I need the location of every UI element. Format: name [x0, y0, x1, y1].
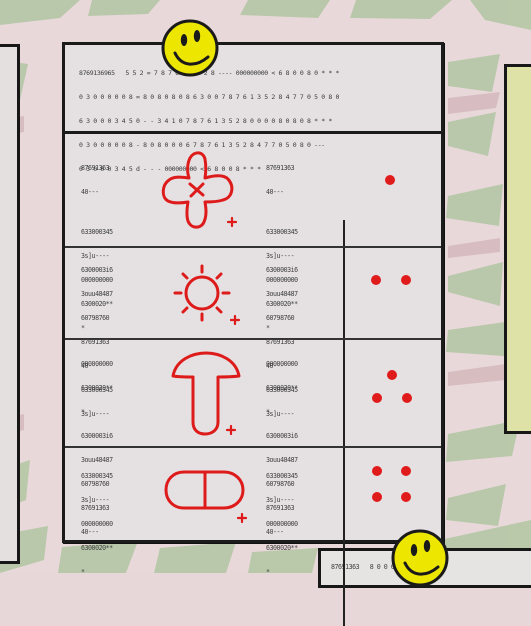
red-dot — [372, 393, 382, 403]
code-line: 6300003i6 — [81, 432, 113, 440]
code-line: 3s]u---- — [266, 496, 295, 504]
red-dot — [401, 275, 411, 285]
dot-count — [348, 340, 434, 448]
code-line: * — [81, 408, 85, 416]
rune-table: 87691363 40--- 633000345 3s]u---- 000000… — [65, 131, 441, 626]
capsule-rune-icon — [163, 462, 253, 528]
code-line: 60798760 — [81, 314, 110, 322]
left-code-block: 633000345 3s]u---- 000000000 6300020** * — [81, 456, 157, 592]
header-line-2: 0 3 0 0 0 0 0 8 = 8 0 8 0 8 0 8 6 3 0 0 … — [79, 93, 340, 101]
code-line: 87691363 — [266, 164, 295, 172]
code-line: 000000000 — [266, 360, 298, 368]
code-line: 6300020** — [266, 384, 298, 392]
code-line: 3ouu48487 — [266, 290, 298, 298]
dot-count — [348, 134, 434, 248]
code-line: 40--- — [81, 188, 99, 196]
code-line: 60798760 — [266, 314, 295, 322]
red-dot — [401, 466, 411, 476]
code-line: 000000000 — [81, 360, 113, 368]
code-line: 633000345 — [81, 472, 113, 480]
code-line: 000000000 — [266, 520, 298, 528]
table-row: 6300003i6 3ouu48487 60798760 87691363 40… — [65, 248, 441, 418]
code-line: 87691363 — [81, 164, 110, 172]
code-line: * — [81, 568, 85, 576]
code-line: 633000345 — [81, 228, 113, 236]
code-line: 6300003i6 — [81, 266, 113, 274]
code-line: 6300020** — [266, 544, 298, 552]
code-line: 3ouu48487 — [81, 290, 113, 298]
header-line-3: 6 3 0 0 0 3 4 5 0 - - 3 4 1 0 7 8 7 6 1 … — [79, 117, 332, 125]
table-row: 87691363 40--- 633000345 3s]u---- 000000… — [65, 134, 441, 332]
header-line-1: 8769136965 5 5 2 = 7 8 7 6 1 3 5 2 8 ---… — [79, 69, 340, 77]
code-line: 40--- — [266, 188, 284, 196]
code-line: 6300003i6 — [266, 266, 298, 274]
code-line: * — [266, 568, 270, 576]
code-line: 6300003i6 — [266, 432, 298, 440]
red-dot — [372, 492, 382, 502]
mushroom-rune-icon — [164, 348, 248, 440]
red-dot — [402, 393, 412, 403]
red-dot — [401, 492, 411, 502]
red-dot — [385, 175, 395, 185]
code-line: 633000345 — [266, 228, 298, 236]
smiley-pin-icon[interactable] — [160, 18, 220, 78]
rune-sheet[interactable]: 8769136965 5 5 2 = 7 8 7 6 1 3 5 2 8 ---… — [62, 42, 444, 626]
table-row: 633000345 3s]u---- 000000000 6300020** *… — [65, 448, 441, 576]
code-line: 633000345 — [266, 472, 298, 480]
cross-rune-icon — [156, 150, 240, 232]
dot-count — [348, 248, 434, 340]
code-line: 3s]u---- — [81, 496, 110, 504]
code-line: 000000000 — [81, 520, 113, 528]
smiley-pin-icon[interactable] — [390, 528, 450, 588]
code-line: 6300020** — [81, 384, 113, 392]
red-dot — [372, 466, 382, 476]
right-note-edge — [504, 64, 531, 434]
table-row: 000000000 6300020** * 6300003i6 3ouu4848… — [65, 340, 441, 536]
dot-count — [348, 448, 434, 540]
code-line: * — [266, 408, 270, 416]
red-dot — [387, 370, 397, 380]
red-dot — [371, 275, 381, 285]
right-code-block: 633000345 3s]u---- 000000000 6300020** * — [266, 456, 342, 592]
left-paper-edge — [0, 44, 20, 564]
code-line: 6300020** — [81, 544, 113, 552]
sun-rune-icon — [166, 260, 250, 332]
